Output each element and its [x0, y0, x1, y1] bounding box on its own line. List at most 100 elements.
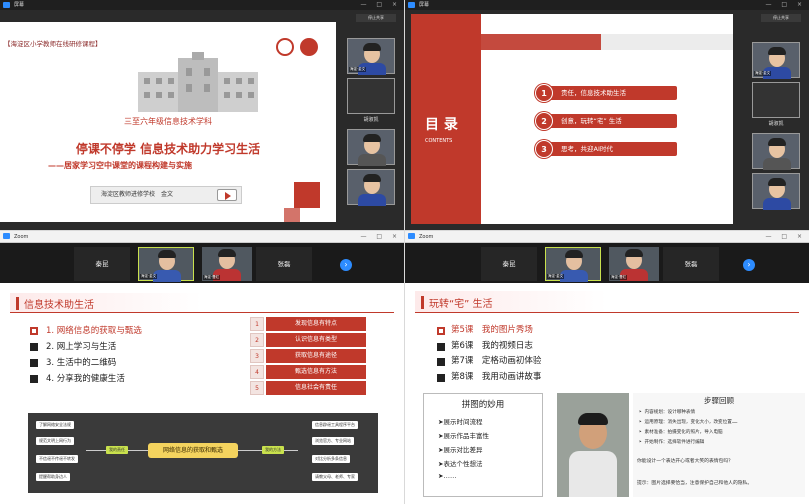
slide-title: 信息技术助生活	[24, 300, 94, 311]
participant-tile[interactable]: 秦昆	[481, 247, 537, 281]
row-label: 发现信息有特点	[266, 317, 366, 331]
participant-tile[interactable]: 张磊	[256, 247, 312, 281]
table-row: 5 信息社会有责任	[250, 381, 366, 395]
participant-body	[763, 198, 791, 210]
participant-tile[interactable]: 张磊	[663, 247, 719, 281]
next-page-icon[interactable]: ›	[743, 259, 755, 271]
participant-tile[interactable]: 秦昆	[74, 247, 130, 281]
participant-tag: 海淀·曹红	[203, 275, 221, 280]
contents-item-number: 3	[535, 140, 553, 158]
author-name: 海淀区教师进修学校 金文	[101, 191, 174, 198]
step-item: ➤ 运用原理：消失出现，变化大小，改变位置……	[639, 420, 738, 425]
bullet-icon	[30, 359, 38, 367]
list-item-label: 第8课 我用动画讲故事	[451, 371, 542, 382]
stop-share-button[interactable]: 停止共享	[356, 14, 396, 22]
row-number: 2	[250, 333, 264, 347]
window-controls[interactable]: — □ ×	[765, 1, 806, 8]
screen-share-window-2: 屏幕 — □ × 目 录 CONTENTS 责任，信息技术助生活 1 创意，玩转…	[405, 0, 809, 230]
mind-map-node: 请教父母、老师、专家	[312, 473, 358, 481]
student-body	[569, 451, 617, 497]
zoom-app-icon	[3, 233, 10, 239]
header-accent	[421, 296, 424, 309]
list-item-label: 第5课 我的图片秀场	[451, 325, 533, 335]
play-icon[interactable]	[217, 189, 237, 201]
design-question: 你能设计一个表达开心或者大笑的表情包吗？	[637, 459, 733, 464]
participant-strip: 秦昆 海淀·金文 海淀·曹红 张磊 ›	[405, 243, 809, 283]
screen-share-window-1: 屏幕 — □ × 【海淀区小学教师在线研修课程】 三至六年级信息技术学科 停课不…	[0, 0, 404, 230]
next-page-icon[interactable]: ›	[340, 259, 352, 271]
app-icon	[3, 2, 10, 8]
contents-item-label: 创意，玩转“宅” 生活	[547, 114, 677, 128]
participant-video[interactable]	[752, 173, 800, 210]
mind-map-node: 不信谣不传谣不转发	[36, 455, 78, 463]
bullet-icon	[437, 373, 445, 382]
participant-tile[interactable]: 海淀·金文	[138, 247, 194, 282]
zoom-window-2: Zoom — □ × 秦昆 海淀·金文 海淀·曹红 张磊 › 玩转“宅” 生活 …	[405, 231, 809, 504]
participant-video[interactable]	[347, 169, 395, 206]
presentation-slide: 目 录 CONTENTS 责任，信息技术助生活 1 创意，玩转“宅” 生活 2 …	[411, 14, 733, 224]
participant-tag: 海淀·金文	[349, 67, 367, 72]
slide-subtitle: ——居家学习空中课堂的课程构建与实施	[48, 161, 192, 170]
bullet-icon	[437, 342, 445, 351]
topic-list: 1. 网络信息的获取与甄选 2. 网上学习与生活 3. 生活中的二维码 4. 分…	[30, 323, 142, 387]
step-item: ➤ 内容规划：设计哪种表情	[639, 410, 696, 415]
decorative-square-small	[284, 208, 300, 222]
window-controls[interactable]: — □ ×	[765, 233, 806, 240]
mind-map-node: 浏览官方、专业网站	[312, 437, 354, 445]
list-item: 第8课 我用动画讲故事	[437, 370, 541, 386]
contents-subheading: CONTENTS	[425, 138, 453, 144]
participant-hair	[158, 250, 176, 258]
header-accent	[16, 297, 19, 310]
participant-hair	[768, 178, 786, 186]
bullet-icon	[30, 375, 38, 383]
mind-map-node: 了解网络安全法规	[36, 421, 74, 429]
decorative-bar-accent	[481, 34, 601, 50]
participant-hair	[625, 249, 643, 257]
list-item: 第6课 我的视频日志	[437, 339, 541, 355]
participant-video[interactable]: 海淀·金文	[752, 42, 800, 79]
lesson-list: 第5课 我的图片秀场 第6课 我的视频日志 第7课 定格动画初体验 第8课 我用…	[437, 323, 541, 385]
bullet-icon	[30, 343, 38, 351]
participant-video[interactable]	[752, 82, 800, 118]
app-icon	[408, 2, 415, 8]
window-title: Zoom	[419, 234, 434, 240]
list-item: 第5课 我的图片秀场	[437, 323, 541, 339]
participant-strip: 秦昆 海淀·金文 海淀·曹红 张磊 ›	[0, 243, 404, 283]
list-item: 1. 网络信息的获取与甄选	[30, 323, 142, 339]
participant-tile[interactable]: 海淀·金文	[545, 247, 601, 282]
participant-video[interactable]: 海淀·金文	[347, 38, 395, 75]
row-label: 认识信息有类型	[266, 333, 366, 347]
stop-share-button[interactable]: 停止共享	[761, 14, 801, 22]
row-label: 获取信息有途径	[266, 349, 366, 363]
school-logo-icon	[276, 38, 294, 56]
slide-title: 玩转“宅” 生活	[429, 299, 493, 310]
decorative-square	[294, 182, 320, 208]
window-titlebar: 屏幕 — □ ×	[405, 0, 809, 10]
zoom-window-1: Zoom — □ × 秦昆 海淀·金文 海淀·曹红 张磊 › 信息技术助生活 1…	[0, 231, 404, 504]
row-number: 1	[250, 317, 264, 331]
participant-tile[interactable]: 海淀·曹红	[202, 247, 252, 281]
mind-map-center: 网络信息的获取和甄选	[148, 443, 238, 458]
participant-body	[153, 270, 181, 282]
table-row: 4 甄选信息有方法	[250, 365, 366, 379]
contents-item: 思考，共迎AI时代 3	[535, 140, 685, 158]
step-item: ➤ 素材准备：拍摄变化的照片，导入电脑	[639, 430, 723, 435]
participant-body	[763, 158, 791, 170]
window-controls[interactable]: — □ ×	[360, 1, 401, 8]
participant-video[interactable]	[752, 133, 800, 170]
list-item-label: 2. 网上学习与生活	[46, 342, 117, 352]
participant-video[interactable]	[347, 78, 395, 114]
participant-hair	[363, 43, 381, 51]
contents-item: 责任，信息技术助生活 1	[535, 84, 685, 102]
participant-video[interactable]	[347, 129, 395, 166]
window-controls[interactable]: — □ ×	[360, 233, 401, 240]
slide-header: 信息技术助生活	[10, 293, 394, 313]
author-box: 海淀区教师进修学校 金文	[90, 186, 242, 204]
presentation-slide: 【海淀区小学教师在线研修课程】 三至六年级信息技术学科 停课不停学 信息技术助力…	[0, 22, 336, 222]
student-hair	[578, 413, 608, 425]
contents-heading: 目 录	[425, 117, 458, 133]
participant-body	[358, 194, 386, 206]
participant-tag: 海淀·金文	[754, 71, 772, 76]
list-item: 2. 网上学习与生活	[30, 339, 142, 355]
participant-tile[interactable]: 海淀·曹红	[609, 247, 659, 281]
